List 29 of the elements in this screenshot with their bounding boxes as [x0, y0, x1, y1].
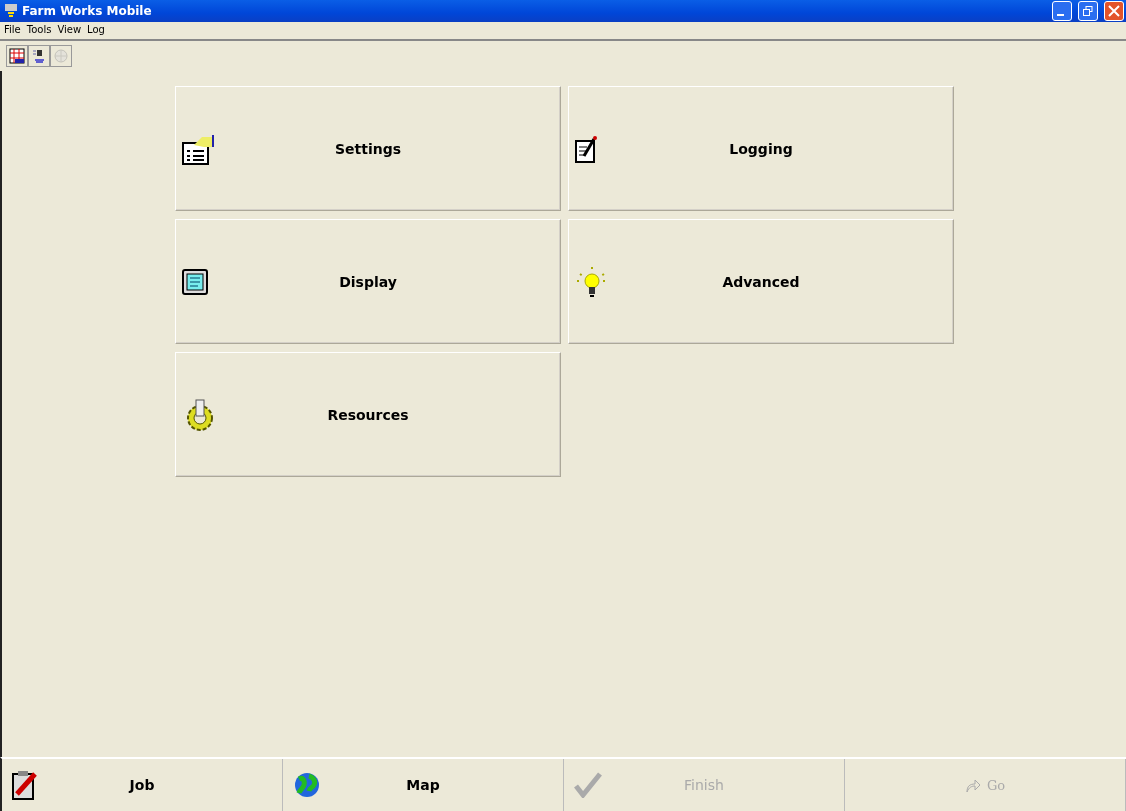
menu-item[interactable]: Tools	[26, 24, 52, 37]
notepad-pencil-icon	[575, 134, 599, 163]
monitor-icon	[182, 268, 208, 295]
globe-icon	[53, 48, 69, 64]
menu-tile[interactable]: Advanced	[568, 219, 954, 344]
restore-icon	[1083, 6, 1093, 16]
settings-icon	[182, 132, 216, 165]
close-button[interactable]	[1104, 1, 1124, 21]
clipboard-pencil-icon	[12, 770, 40, 800]
antenna-icon	[31, 48, 47, 64]
minimize-button[interactable]	[1052, 1, 1072, 21]
close-icon	[1108, 5, 1120, 17]
menu-tile[interactable]: Settings	[175, 86, 561, 211]
menu-item[interactable]: Log	[87, 24, 105, 37]
globe-icon	[293, 771, 321, 799]
grid-window-icon	[9, 48, 25, 64]
restore-button[interactable]	[1078, 1, 1098, 21]
minimize-icon	[1057, 13, 1064, 16]
arrow-icon	[964, 777, 981, 793]
checkmark-icon	[574, 772, 602, 798]
toolbar-button[interactable]	[28, 45, 50, 67]
menu-item[interactable]: View	[57, 24, 82, 37]
window-title: Farm Works Mobile	[22, 4, 153, 18]
app-icon	[4, 3, 18, 19]
menu-tile[interactable]: Resources	[175, 352, 561, 477]
menu-item[interactable]: File	[4, 24, 21, 37]
menu-tile[interactable]: Display	[175, 219, 561, 344]
toolbar-button[interactable]	[6, 45, 28, 67]
menu-tile[interactable]: Logging	[568, 86, 954, 211]
